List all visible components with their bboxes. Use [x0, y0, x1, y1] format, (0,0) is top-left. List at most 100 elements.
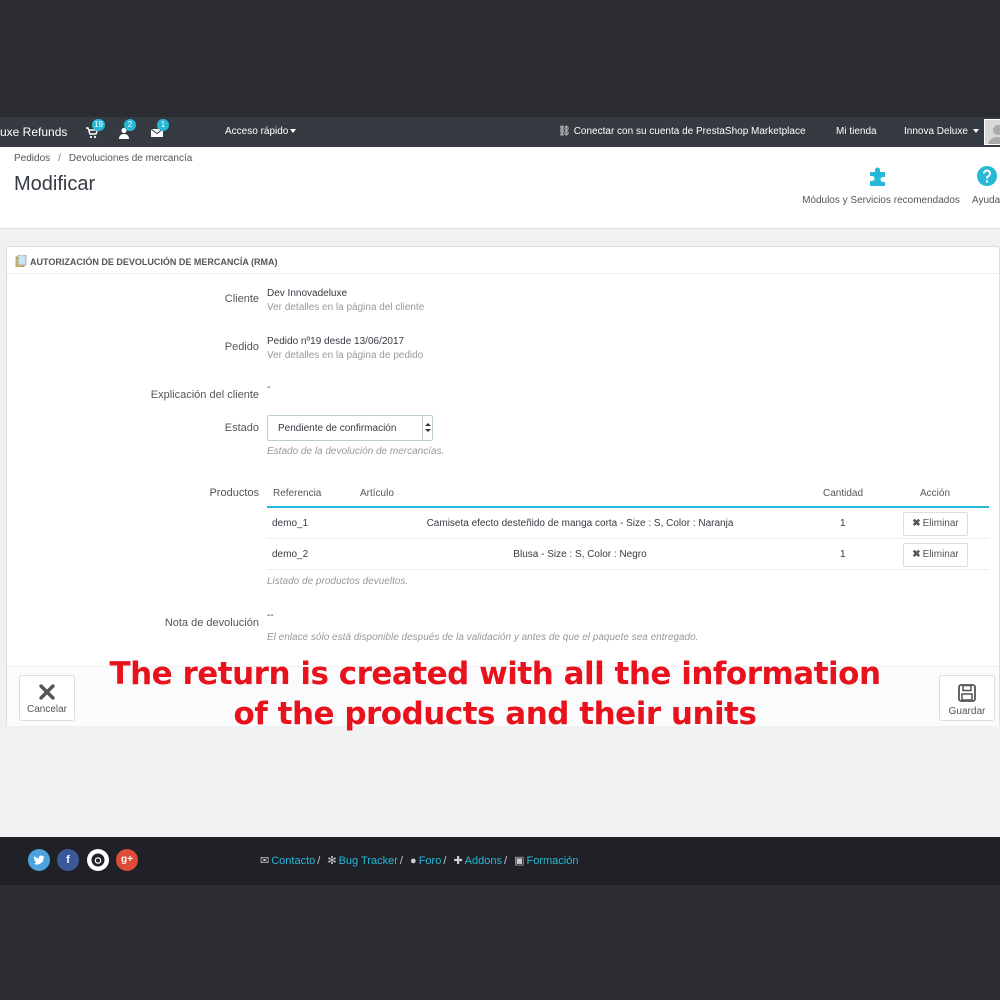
quick-access-dropdown[interactable]: Acceso rápido: [225, 126, 297, 137]
floppy-disk-icon: [958, 684, 976, 702]
help-label: Ayuda: [972, 195, 1000, 206]
twitter-icon[interactable]: [28, 849, 50, 871]
recommended-modules-button[interactable]: Módulos y Servicios recomendados: [798, 165, 964, 206]
link-icon: ⛓: [558, 126, 571, 137]
caret-down-icon: [290, 129, 297, 134]
promo-caption: The return is created with all the infor…: [90, 654, 900, 734]
question-icon: [977, 166, 997, 186]
products-help: Listado de productos devueltos.: [267, 576, 409, 587]
puzzle-icon: ✚: [453, 855, 463, 867]
customer-name: Dev Innovadeluxe: [267, 288, 348, 299]
github-cat-shape: [91, 853, 105, 867]
products-table-header: Referencia Artículo Cantidad Acción: [267, 484, 989, 508]
twitter-bird-shape: [33, 855, 45, 865]
caret-down-icon: [972, 129, 979, 134]
breadcrumb-item-orders[interactable]: Pedidos: [14, 153, 50, 164]
envelope-icon: ✉: [260, 855, 270, 867]
page-title: Modificar: [14, 173, 96, 195]
breadcrumb: Pedidos / Devoluciones de mercancía: [14, 153, 192, 164]
footer-link-forum[interactable]: Foro: [419, 855, 442, 867]
messages-notification[interactable]: 1: [151, 119, 169, 139]
facebook-icon[interactable]: f: [57, 849, 79, 871]
status-label: Estado: [224, 422, 259, 434]
col-quantity: Cantidad: [823, 488, 864, 499]
quick-access-label: Acceso rápido: [225, 126, 289, 137]
footer-link-contact[interactable]: Contacto: [271, 855, 315, 867]
marketplace-link[interactable]: ⛓ Conectar con su cuenta de PrestaShop Ma…: [558, 126, 806, 137]
orders-notification[interactable]: 19: [86, 119, 105, 139]
save-label: Guardar: [948, 706, 986, 717]
user-name: Innova Deluxe: [904, 126, 968, 137]
top-navbar: uxe Refunds 19 2 1 Acceso rápido ⛓ Conect…: [0, 117, 1000, 147]
close-icon: ✖: [912, 518, 921, 529]
comments-icon: ●: [410, 855, 417, 867]
order-label: Pedido: [224, 341, 259, 353]
messages-badge: 1: [157, 119, 169, 131]
customers-badge: 2: [124, 119, 136, 131]
help-button[interactable]: Ayuda: [972, 165, 1000, 206]
delete-button[interactable]: ✖ Eliminar: [903, 512, 968, 536]
select-arrows-icon: [422, 416, 432, 440]
footer-separator: /: [399, 855, 403, 867]
avatar[interactable]: [984, 119, 1000, 145]
status-selected-value: Pendiente de confirmación: [278, 423, 397, 434]
close-icon: ✖: [912, 549, 921, 560]
caption-line-2: of the products and their units: [233, 696, 757, 732]
cancel-button[interactable]: Cancelar: [19, 675, 75, 721]
row-article: Blusa - Size : S, Color : Negro: [513, 549, 647, 560]
table-row: demo_2 Blusa - Size : S, Color : Negro 1…: [267, 539, 989, 570]
col-action: Acción: [920, 488, 951, 499]
row-quantity: 1: [840, 518, 846, 529]
col-reference: Referencia: [273, 488, 322, 499]
row-reference: demo_2: [272, 549, 309, 560]
page-header: Pedidos / Devoluciones de mercancía Modifi…: [0, 147, 1000, 229]
panel-heading: Autorización de devolución de mercancía …: [7, 247, 999, 274]
row-article: Camiseta efecto desteñido de manga corta…: [426, 518, 734, 529]
puzzle-icon: [870, 167, 885, 186]
footer-link-addons[interactable]: Addons: [465, 855, 502, 867]
order-value: Pedido nº19 desde 13/06/2017: [267, 336, 405, 347]
return-note-help: El enlace sólo está disponible después d…: [267, 632, 699, 643]
row-reference: demo_1: [272, 518, 309, 529]
return-note-label: Nota de devolución: [164, 617, 259, 629]
bug-icon: ✻: [327, 855, 337, 867]
explanation-label: Explicación del cliente: [150, 389, 259, 401]
breadcrumb-item-returns[interactable]: Devoluciones de mercancía: [69, 153, 192, 164]
delete-label: Eliminar: [922, 518, 959, 529]
cancel-label: Cancelar: [26, 704, 68, 715]
order-details-link[interactable]: Ver detalles en la página de pedido: [267, 350, 423, 361]
status-select[interactable]: Pendiente de confirmación: [267, 415, 433, 441]
customer-details-link[interactable]: Ver detalles en la página del cliente: [267, 302, 424, 313]
status-help: Estado de la devolución de mercancías.: [267, 446, 445, 457]
footer-link-bug-tracker[interactable]: Bug Tracker: [339, 855, 398, 867]
row-quantity: 1: [840, 549, 846, 560]
col-article: Artículo: [360, 488, 394, 499]
delete-label: Eliminar: [922, 549, 959, 560]
caption-line-1: The return is created with all the infor…: [109, 656, 881, 692]
products-table: Referencia Artículo Cantidad Acción demo…: [267, 484, 989, 570]
footer-separator: /: [443, 855, 447, 867]
github-icon[interactable]: [87, 849, 109, 871]
recommended-modules-label: Módulos y Servicios recomendados: [802, 195, 960, 206]
breadcrumb-separator: /: [58, 153, 61, 164]
customer-label: Cliente: [224, 293, 259, 305]
footer-separator: /: [503, 855, 508, 867]
marketplace-label: Conectar con su cuenta de PrestaShop Mar…: [573, 126, 806, 137]
orders-badge: 19: [92, 119, 105, 131]
avatar-icon: [988, 125, 1000, 144]
footer-link-training[interactable]: Formación: [527, 855, 579, 867]
my-store-link[interactable]: Mi tienda: [836, 126, 877, 137]
clipboard-icon: [15, 254, 27, 268]
google-plus-icon[interactable]: g+: [116, 849, 138, 871]
footer-separator: /: [317, 855, 321, 867]
panel-heading-text: Autorización de devolución de mercancía …: [30, 257, 278, 267]
delete-button[interactable]: ✖ Eliminar: [903, 543, 968, 567]
customers-notification[interactable]: 2: [118, 119, 136, 139]
products-label: Productos: [209, 487, 259, 499]
shop-brand[interactable]: uxe Refunds: [0, 125, 67, 139]
table-row: demo_1 Camiseta efecto desteñido de mang…: [267, 508, 989, 539]
explanation-value: -: [267, 382, 271, 393]
user-menu[interactable]: Innova Deluxe: [904, 126, 979, 137]
save-button[interactable]: Guardar: [939, 675, 995, 721]
close-icon: [39, 684, 55, 700]
